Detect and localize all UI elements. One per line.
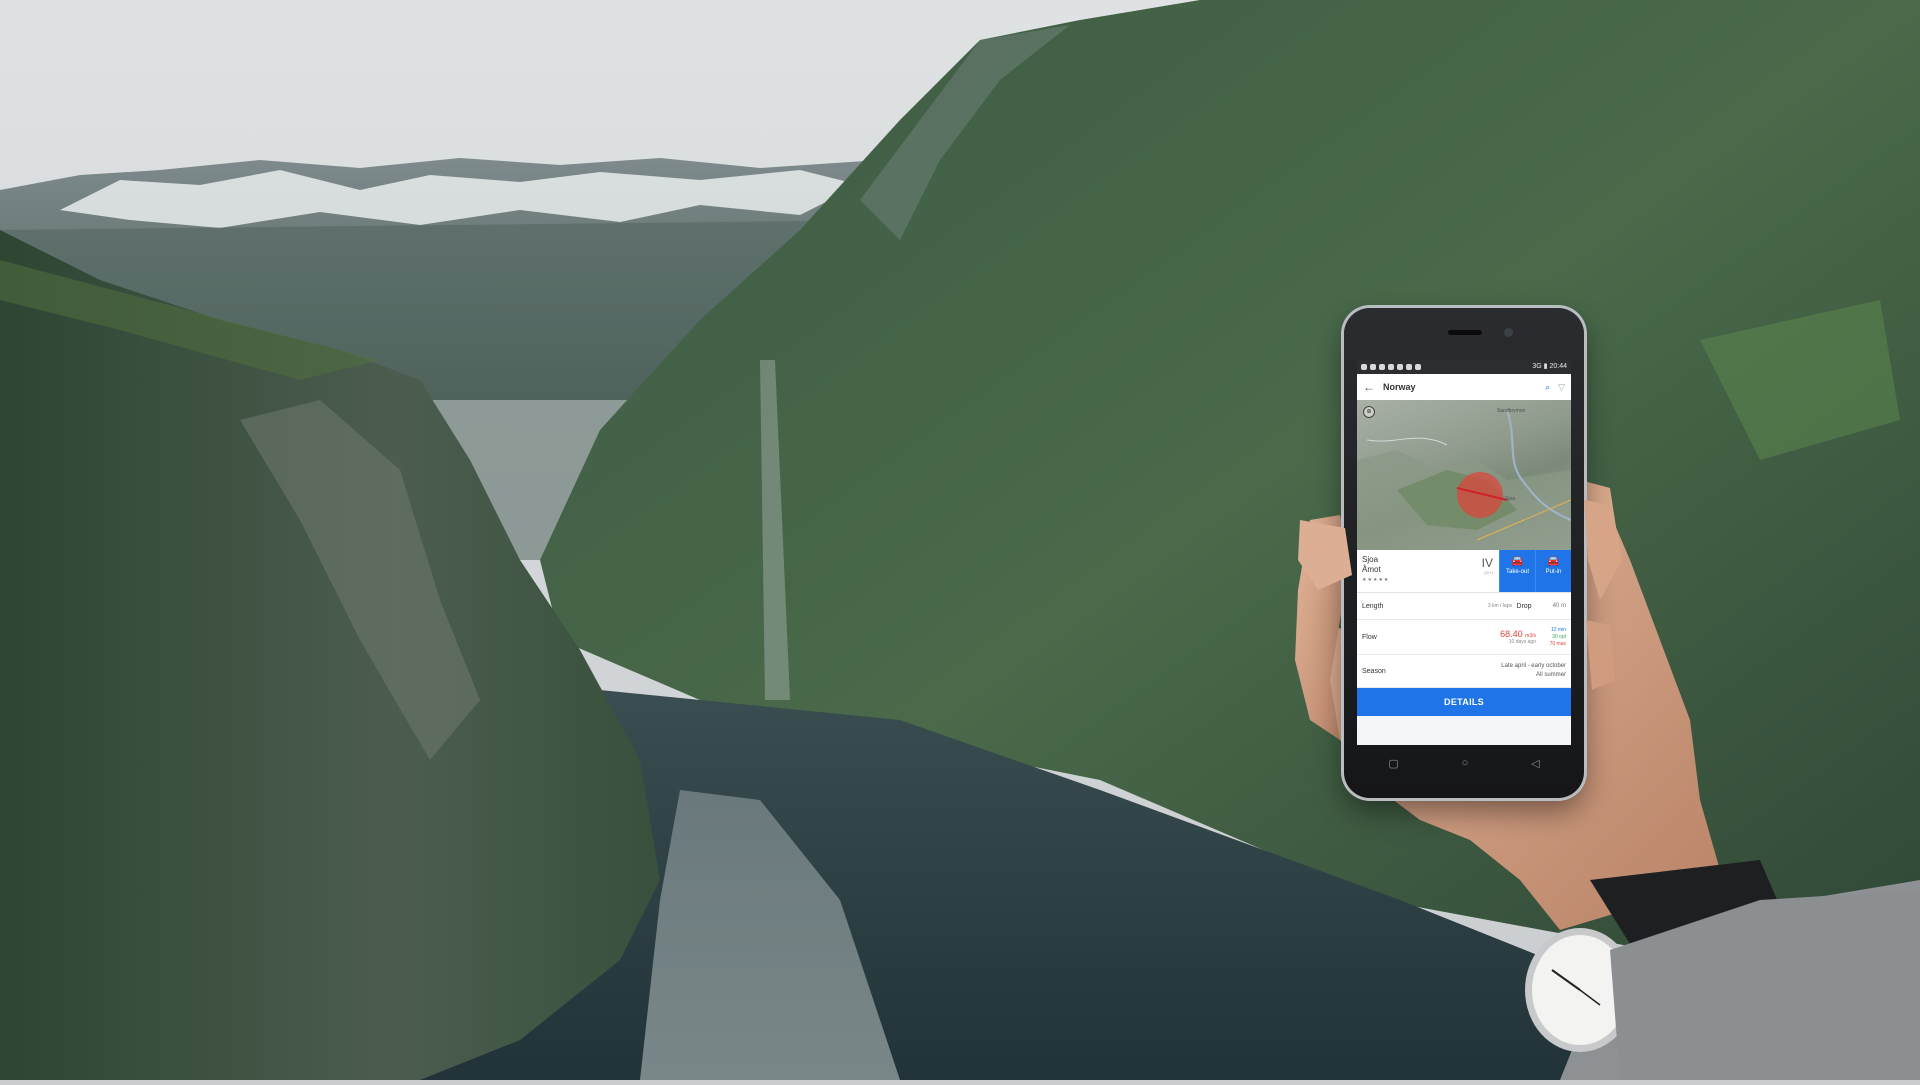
rating-stars: ★★★★★	[1362, 577, 1390, 583]
flow-age: 10 days ago	[1508, 639, 1536, 645]
flow-min: 12 min	[1550, 626, 1566, 633]
season-label: Season	[1362, 667, 1386, 675]
network-indicator: 3G	[1532, 363, 1542, 370]
details-button[interactable]: DETAILS	[1357, 688, 1571, 716]
drop-label: Drop	[1516, 602, 1532, 610]
length-row: Length 3 km / laps Drop 40 m	[1357, 593, 1571, 620]
grade-value: IV	[1481, 556, 1493, 570]
put-in-label: Put-in	[1545, 569, 1562, 575]
status-bar: 3G ▮ 20:44	[1357, 360, 1571, 374]
length-value: 3 km / laps	[1487, 603, 1512, 609]
recent-apps-icon[interactable]: ▢	[1388, 757, 1398, 770]
difficulty-grade: IV (IV+)	[1469, 550, 1499, 592]
map-label-town: Sandbrymon	[1497, 408, 1526, 414]
put-in-button[interactable]: 🚘 Put-in	[1535, 550, 1571, 592]
android-nav-bar: ▢ ○ ◁	[1357, 750, 1571, 776]
compass-icon[interactable]: ⊕	[1363, 406, 1375, 418]
season-line-1: Late april - early october	[1501, 663, 1566, 669]
fjord-landscape-background	[0, 0, 1920, 1080]
river-names: Sjoa Åmot ★★★★★	[1357, 550, 1469, 592]
river-section-marker	[1457, 472, 1503, 518]
battery-icon: ▮	[1543, 363, 1548, 370]
drop-value: 40 m	[1552, 603, 1566, 609]
river-name: Sjoa	[1362, 555, 1379, 564]
flow-label: Flow	[1362, 633, 1377, 641]
season-value: Late april - early october All summer	[1412, 662, 1566, 680]
length-label: Length	[1362, 602, 1384, 610]
notification-icons	[1361, 364, 1421, 370]
front-camera	[1504, 328, 1513, 337]
river-summary: Sjoa Åmot ★★★★★ IV (IV+) 🚘 Take-out 🚘 Pu…	[1357, 550, 1571, 593]
back-arrow-icon[interactable]: ←	[1363, 380, 1375, 394]
earpiece-speaker	[1448, 330, 1482, 335]
status-right: 3G ▮ 20:44	[1532, 360, 1567, 374]
flow-reading: 68.40 m3/s 10 days ago	[1412, 629, 1536, 645]
take-out-button[interactable]: 🚘 Take-out	[1499, 550, 1535, 592]
flow-row: Flow 68.40 m3/s 10 days ago 12 min 30 op…	[1357, 620, 1571, 655]
filter-icon[interactable]: ▽	[1558, 382, 1565, 393]
search-icon[interactable]: ⌕	[1545, 382, 1550, 393]
flow-ranges: 12 min 30 opt 70 max	[1536, 627, 1566, 648]
section-name: Åmot	[1362, 565, 1381, 574]
status-time: 20:44	[1549, 363, 1567, 370]
car-icon: 🚘	[1547, 556, 1560, 567]
phone-screen: 3G ▮ 20:44 ← Norway ⌕ ▽ ⊕ Sandbrymon Sjo…	[1357, 360, 1571, 745]
take-out-label: Take-out	[1505, 569, 1529, 575]
page-title: Norway	[1383, 382, 1416, 392]
river-map[interactable]: ⊕ Sandbrymon Sjoa	[1357, 400, 1571, 550]
flow-opt: 30 opt	[1552, 633, 1566, 640]
home-icon[interactable]: ○	[1462, 757, 1469, 769]
season-row: Season Late april - early october All su…	[1357, 655, 1571, 688]
flow-value: 68.40	[1500, 629, 1523, 639]
grade-note: (IV+)	[1484, 570, 1493, 575]
app-header: ← Norway ⌕ ▽	[1357, 374, 1571, 400]
map-label-river: Sjoa	[1505, 496, 1516, 502]
flow-max: 70 max	[1549, 640, 1566, 647]
smartphone: 3G ▮ 20:44 ← Norway ⌕ ▽ ⊕ Sandbrymon Sjo…	[1344, 308, 1584, 798]
season-line-2: All summer	[1535, 672, 1566, 678]
back-triangle-icon[interactable]: ◁	[1531, 757, 1539, 770]
car-icon: 🚘	[1511, 556, 1524, 567]
